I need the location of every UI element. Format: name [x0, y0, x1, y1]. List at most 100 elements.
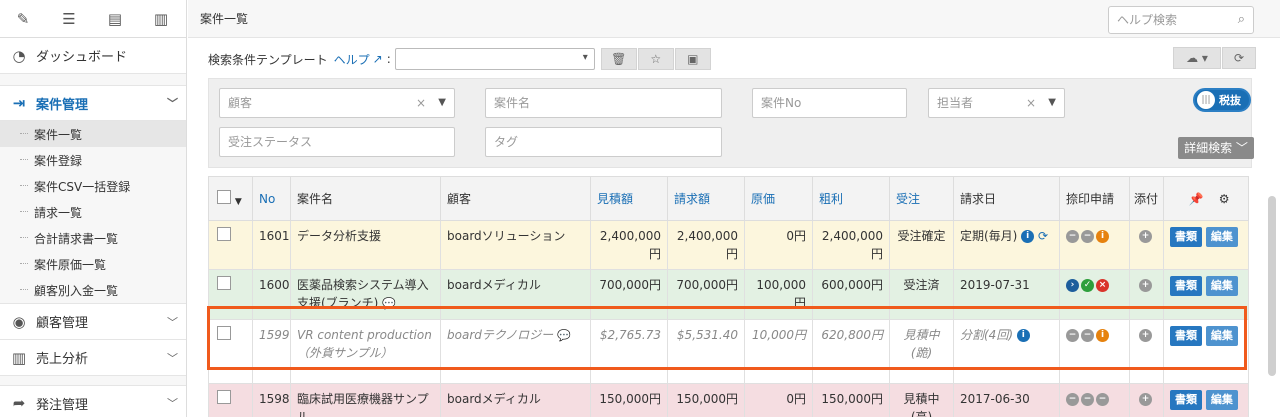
subitem-case-register[interactable]: 案件登録 — [0, 147, 186, 173]
comment-icon[interactable]: 💬 — [557, 329, 571, 342]
detail-search-button[interactable]: 詳細検索 ﹀ — [1178, 137, 1254, 159]
edit-button[interactable]: 編集 — [1205, 326, 1238, 346]
cell-name-wrap[interactable]: 医薬品検索システム導入支援(ブランチ) 💬 — [290, 269, 441, 320]
assignee-field[interactable]: 担当者 × ▼ — [928, 88, 1065, 118]
sidebar-item-cases[interactable]: ⇥ 案件管理 ﹀ — [0, 85, 186, 121]
bar-chart-icon[interactable]: ▥ — [138, 0, 184, 38]
select-all-cell[interactable]: ▼ — [208, 176, 253, 221]
arrow-right-icon[interactable]: › — [1066, 279, 1079, 292]
case-name-placeholder: 案件名 — [494, 96, 531, 110]
subitem-customer-payment[interactable]: 顧客別入金一覧 — [0, 277, 186, 303]
cell-date-wrap: 分割(4回) i — [953, 319, 1060, 384]
cell-no: 1599 — [252, 319, 291, 384]
col-date: 請求日 — [953, 176, 1060, 221]
edit-button[interactable]: 編集 — [1205, 390, 1238, 410]
sidebar-item-orders[interactable]: ➦ 発注管理 ﹀ — [0, 385, 186, 417]
trash-icon[interactable]: 🗑 — [600, 48, 637, 70]
clear-icon[interactable]: × — [1026, 89, 1036, 117]
pin-icon[interactable]: 📌 — [1189, 192, 1204, 206]
col-status[interactable]: 受注 — [889, 176, 954, 221]
cell-customer-wrap: boardテクノロジー 💬 — [440, 319, 591, 384]
order-status-field[interactable]: 受注ステータス — [219, 127, 455, 157]
col-cost[interactable]: 原価 — [744, 176, 813, 221]
info-icon[interactable]: i — [1096, 329, 1109, 342]
search-panel: 顧客 × ▼ 案件名 案件No 担当者 × ▼ ||| 税抜 受注ステータス タ… — [208, 78, 1254, 168]
bar-chart-icon: ▥ — [11, 348, 27, 367]
table-row[interactable]: 1601 データ分析支援 boardソリューション 2,400,000円 2,4… — [208, 220, 1249, 270]
table-row[interactable]: 1599 VR content production（外貨サンプル） board… — [208, 319, 1249, 384]
table-row[interactable]: 1600 医薬品検索システム導入支援(ブランチ) 💬 boardメディカル 70… — [208, 269, 1249, 320]
close-icon[interactable]: × — [1096, 279, 1109, 292]
scrollbar[interactable] — [1268, 196, 1276, 376]
docs-button[interactable]: 書類 — [1170, 227, 1202, 247]
subitem-invoice-list[interactable]: 請求一覧 — [0, 199, 186, 225]
row-checkbox[interactable] — [217, 390, 231, 404]
col-no[interactable]: No — [252, 176, 291, 221]
table-row[interactable]: 1598 臨床試用医療機器サンプル boardメディカル 150,000円 15… — [208, 383, 1249, 417]
cell-name[interactable]: 医薬品検索システム導入支援(ブランチ) — [297, 278, 429, 310]
cell-actions: 書類 編集 — [1163, 220, 1249, 270]
case-name-field[interactable]: 案件名 — [485, 88, 722, 118]
plus-icon[interactable]: + — [1139, 329, 1152, 342]
edit-button[interactable]: 編集 — [1205, 276, 1238, 296]
sidebar-item-label: 売上分析 — [36, 352, 89, 367]
star-icon[interactable]: ☆ — [637, 48, 674, 70]
plus-icon[interactable]: + — [1139, 230, 1152, 243]
subitem-case-cost[interactable]: 案件原価一覧 — [0, 251, 186, 277]
tag-placeholder: タグ — [494, 135, 519, 149]
plus-icon[interactable]: + — [1139, 279, 1152, 292]
table-list-icon[interactable]: ▤ — [92, 0, 138, 38]
main-content: 案件一覧 ヘルプ検索 ⌕ 検索条件テンプレート ヘルプ ↗ : 🗑 ☆ ▣ ☁ … — [188, 0, 1280, 417]
edit-button[interactable]: 編集 — [1205, 227, 1238, 247]
cell-cost: 10,000円 — [744, 319, 813, 384]
cloud-download-icon[interactable]: ☁ ▾ — [1173, 47, 1221, 69]
comment-icon[interactable]: 💬 — [382, 297, 396, 310]
sidebar-item-dashboard[interactable]: ◔ ダッシュボード — [0, 38, 186, 74]
subitem-case-list[interactable]: 案件一覧 — [0, 121, 186, 147]
caret-down-icon[interactable]: ▼ — [235, 197, 242, 207]
cell-estimate: 700,000円 — [590, 269, 668, 320]
select-all-checkbox[interactable] — [217, 190, 231, 204]
customer-field[interactable]: 顧客 × ▼ — [219, 88, 455, 118]
refresh-icon[interactable]: ⟳ — [1222, 47, 1256, 69]
docs-button[interactable]: 書類 — [1170, 390, 1202, 410]
pencil-icon[interactable]: ✎ — [0, 0, 46, 38]
case-no-field[interactable]: 案件No — [752, 88, 907, 118]
col-invoice[interactable]: 請求額 — [667, 176, 745, 221]
save-icon[interactable]: ▣ — [674, 48, 711, 70]
sidebar-item-sales[interactable]: ▥ 売上分析 ﹀ — [0, 340, 186, 376]
docs-button[interactable]: 書類 — [1170, 326, 1202, 346]
template-select[interactable] — [394, 48, 595, 70]
row-checkbox[interactable] — [217, 276, 231, 290]
cell-name[interactable]: 臨床試用医療機器サンプル — [290, 383, 441, 417]
list-icon[interactable]: ☰ — [46, 0, 92, 38]
user-icon: ◉ — [12, 312, 26, 331]
tag-field[interactable]: タグ — [485, 127, 722, 157]
col-tools: 📌 ⚙ — [1163, 176, 1249, 221]
tax-toggle[interactable]: ||| 税抜 — [1193, 88, 1251, 112]
sidebar-item-customers[interactable]: ◉ 顧客管理 ﹀ — [0, 304, 186, 340]
info-icon[interactable]: i — [1021, 230, 1035, 243]
plus-icon[interactable]: + — [1139, 393, 1152, 406]
row-checkbox[interactable] — [217, 326, 231, 340]
subitem-case-csv[interactable]: 案件CSV一括登録 — [0, 173, 186, 199]
info-icon[interactable]: i — [1016, 329, 1030, 342]
page-title: 案件一覧 — [200, 12, 249, 26]
clear-icon[interactable]: × — [416, 89, 426, 117]
col-estimate[interactable]: 見積額 — [590, 176, 668, 221]
template-help-link[interactable]: ヘルプ — [334, 51, 370, 68]
cell-name[interactable]: データ分析支援 — [290, 220, 441, 270]
gear-icon[interactable]: ⚙ — [1219, 192, 1230, 206]
cell-name[interactable]: VR content production（外貨サンプル） — [290, 319, 441, 384]
docs-button[interactable]: 書類 — [1170, 276, 1202, 296]
sidebar-item-label: 発注管理 — [36, 397, 89, 413]
cell-attach: + — [1129, 383, 1164, 417]
col-profit[interactable]: 粗利 — [812, 176, 890, 221]
dropdown-icon[interactable]: ▼ — [1048, 89, 1056, 117]
info-icon[interactable]: i — [1096, 230, 1109, 243]
row-checkbox[interactable] — [217, 227, 231, 241]
minus-icon: − — [1081, 230, 1094, 243]
dropdown-icon[interactable]: ▼ — [438, 89, 446, 117]
help-search-input[interactable]: ヘルプ検索 ⌕ — [1108, 6, 1254, 34]
subitem-total-invoice[interactable]: 合計請求書一覧 — [0, 225, 186, 251]
